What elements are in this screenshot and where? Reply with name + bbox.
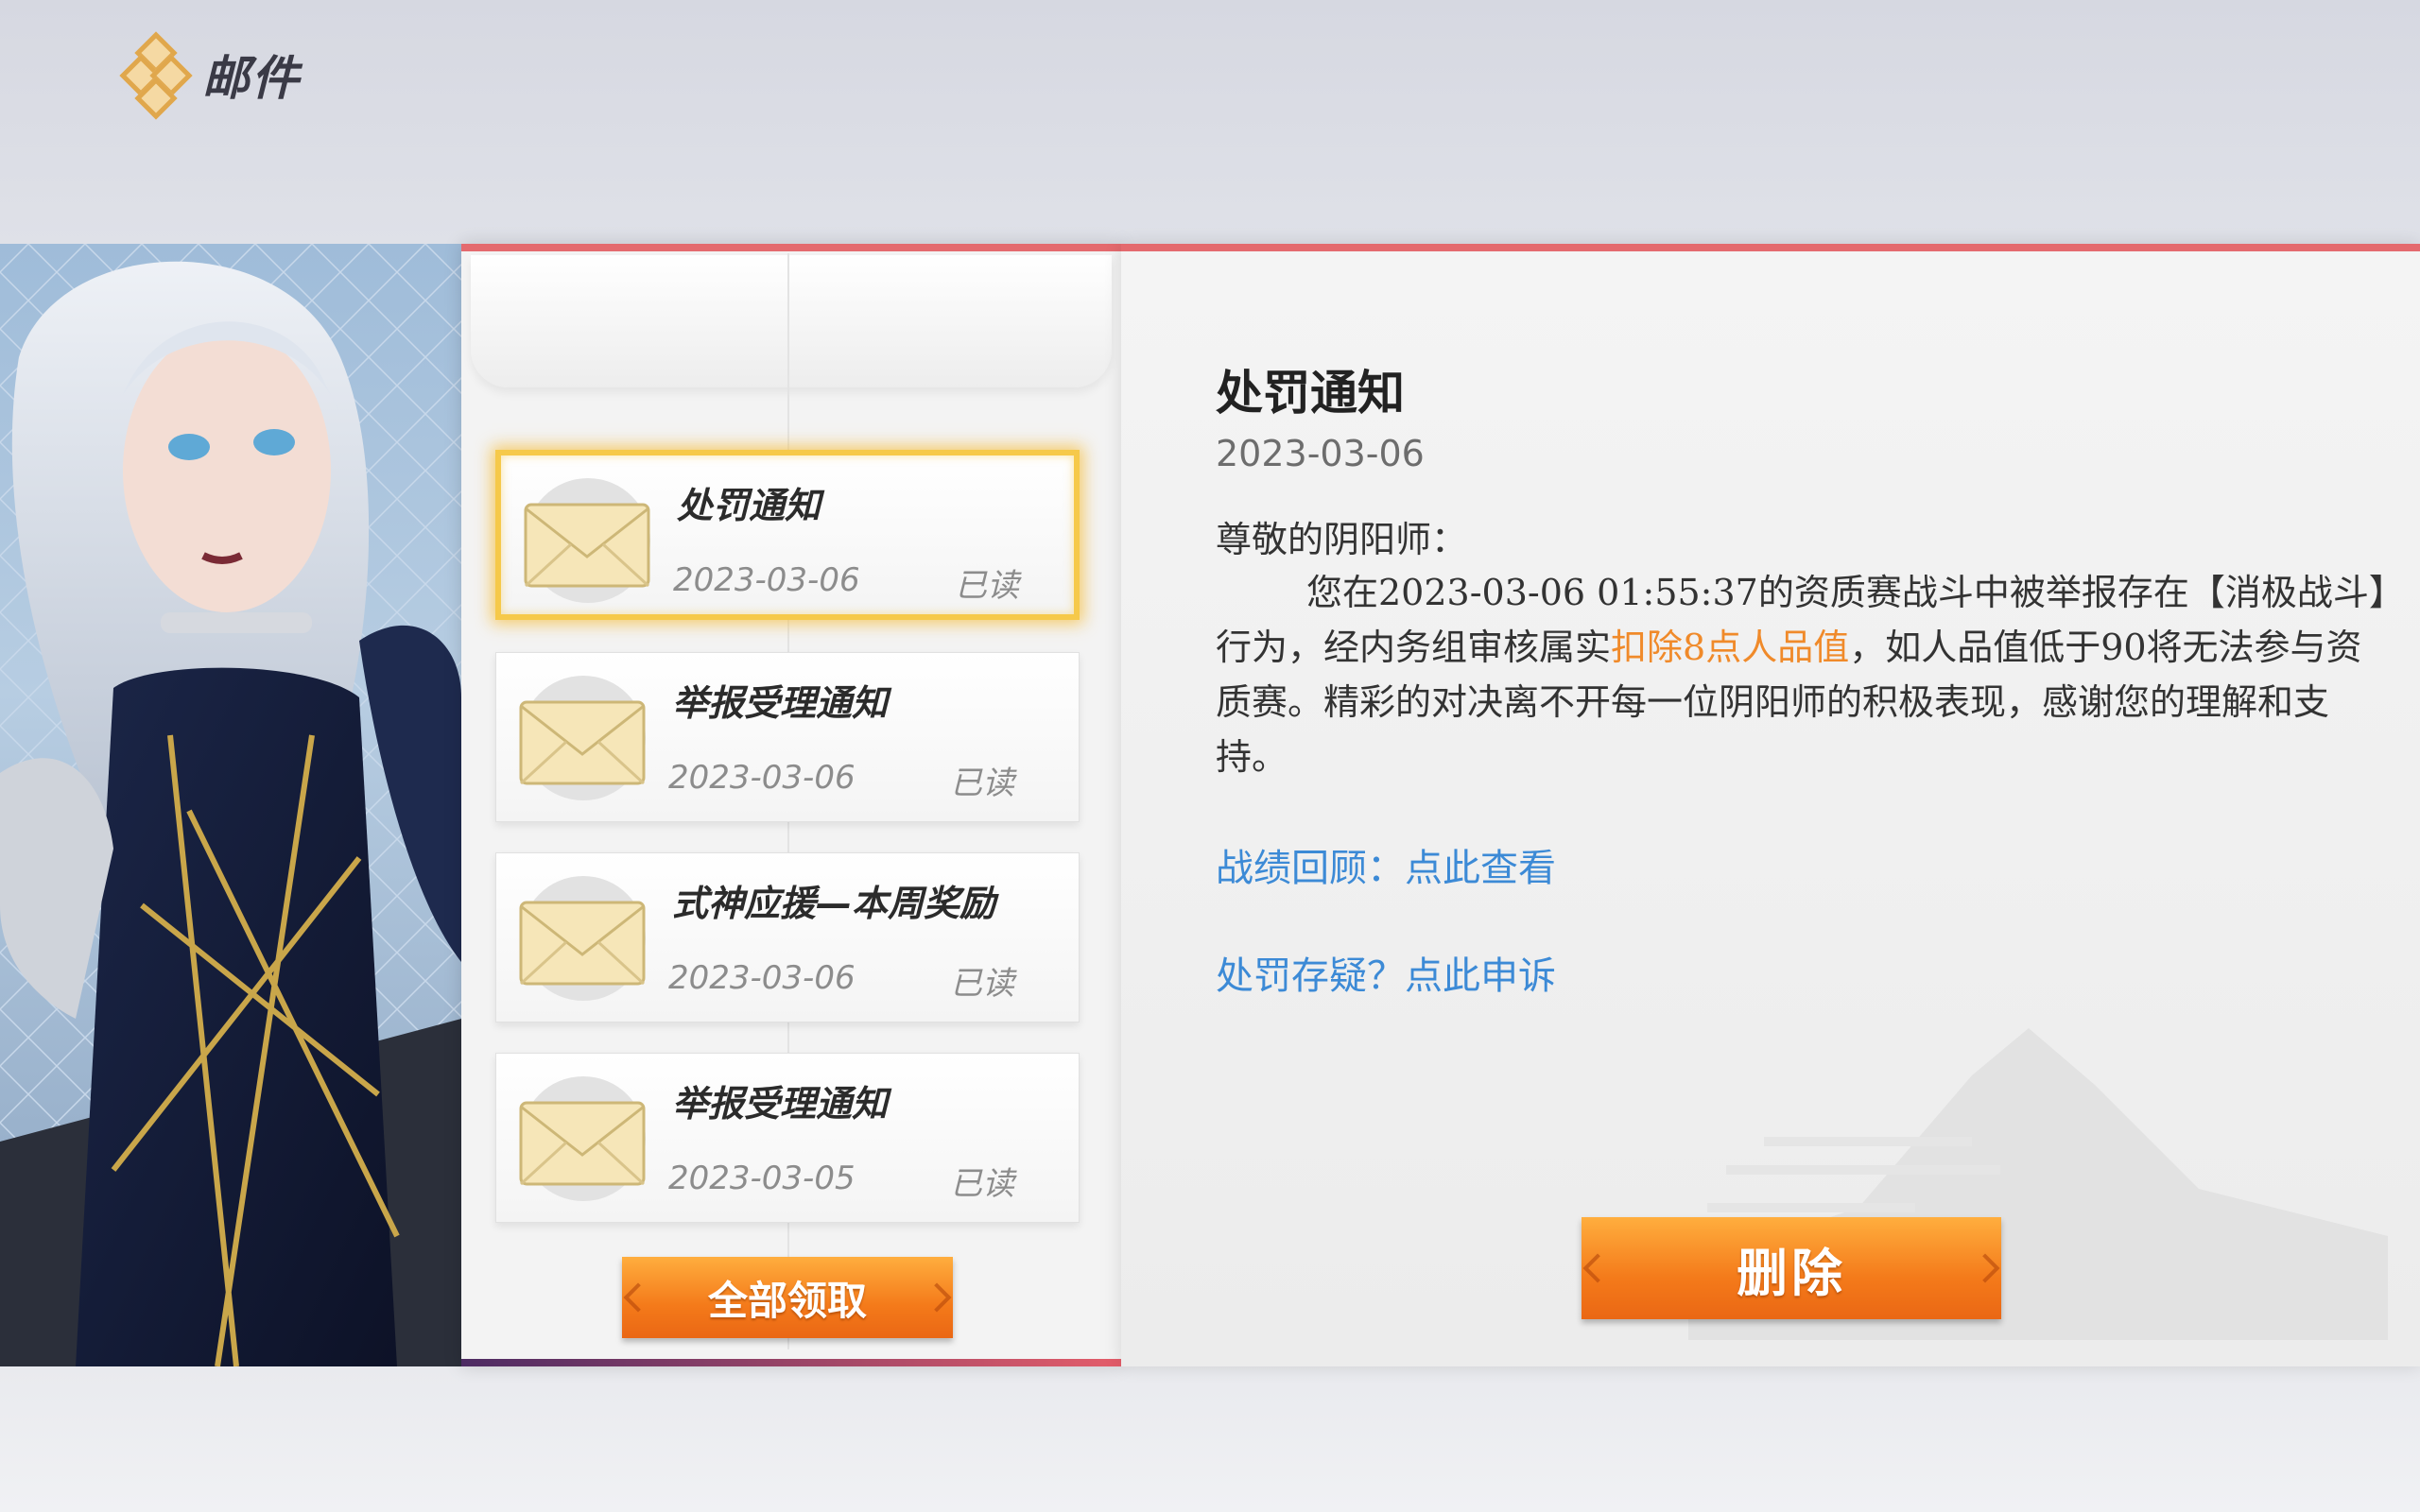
view-battle-link[interactable]: 点此查看: [1405, 847, 1556, 890]
envelope-icon: [519, 876, 646, 1001]
mail-title: 式神应援—本周奖励: [672, 883, 996, 924]
chevron-right-icon: [1970, 1253, 2000, 1283]
chevron-right-icon: [922, 1282, 952, 1313]
claim-all-label: 全部领取: [707, 1277, 867, 1324]
mail-date: 2023-03-05: [668, 1160, 856, 1197]
body-highlight: 扣除8点人品值: [1611, 627, 1850, 668]
delete-label: 删除: [1737, 1243, 1846, 1303]
character-illustration: [0, 244, 461, 1366]
envelope-flap: [471, 255, 1112, 387]
detail-title: 处罚通知: [1216, 366, 1405, 421]
mail-title: 处罚通知: [677, 485, 821, 526]
chevron-left-icon: [1582, 1253, 1613, 1283]
mail-item[interactable]: 式神应援—本周奖励 2023-03-06 已读: [495, 852, 1080, 1022]
mail-item-selected[interactable]: 处罚通知 2023-03-06 已读: [495, 450, 1080, 620]
chevron-left-icon: [623, 1282, 653, 1313]
mail-list-panel: 处罚通知 2023-03-06 已读 举报受理通知 2023-03-06 已读 …: [461, 244, 1121, 1366]
panel-top-border: [461, 244, 1121, 251]
envelope-icon: [519, 676, 646, 800]
header: 邮件: [119, 31, 301, 120]
delete-button[interactable]: 删除: [1582, 1217, 2001, 1319]
panel-bottom-border: [461, 1359, 1121, 1366]
mail-detail-panel: 处罚通知 2023-03-06 尊敬的阴阳师： 您在2023-03-06 01:…: [1121, 244, 2420, 1366]
mail-read-status: 已读: [955, 567, 1019, 605]
diamond-logo-icon: [119, 31, 193, 120]
envelope-icon: [524, 478, 650, 603]
appeal-prefix: 处罚存疑？: [1216, 954, 1405, 998]
mail-read-status: 已读: [950, 1165, 1014, 1203]
detail-greeting: 尊敬的阴阳师：: [1216, 519, 1468, 560]
top-background: [0, 0, 2420, 244]
detail-body: 您在2023-03-06 01:55:37的资质赛战斗中被举报存在【消极战斗】行…: [1216, 565, 2388, 784]
detail-date: 2023-03-06: [1216, 433, 1425, 474]
mail-read-status: 已读: [950, 765, 1014, 802]
mail-title: 举报受理通知: [672, 682, 889, 724]
mail-title: 举报受理通知: [672, 1083, 889, 1125]
mail-item[interactable]: 举报受理通知 2023-03-06 已读: [495, 652, 1080, 822]
panel-top-border: [1121, 244, 2420, 251]
mail-date: 2023-03-06: [673, 561, 860, 599]
envelope-icon: [519, 1076, 646, 1201]
mail-read-status: 已读: [950, 965, 1014, 1003]
appeal-row: 处罚存疑？点此申诉: [1216, 945, 1556, 1000]
battle-review-row: 战绩回顾：点此查看: [1216, 837, 1556, 892]
page-title: 邮件: [202, 50, 301, 106]
mail-date: 2023-03-06: [668, 959, 856, 997]
character-art: [0, 244, 461, 1366]
floor-background: [0, 1366, 2420, 1512]
claim-all-button[interactable]: 全部领取: [622, 1257, 953, 1338]
battle-review-prefix: 战绩回顾：: [1216, 847, 1405, 890]
mail-item[interactable]: 举报受理通知 2023-03-05 已读: [495, 1053, 1080, 1223]
mail-date: 2023-03-06: [668, 759, 856, 797]
appeal-link[interactable]: 点此申诉: [1405, 954, 1556, 998]
